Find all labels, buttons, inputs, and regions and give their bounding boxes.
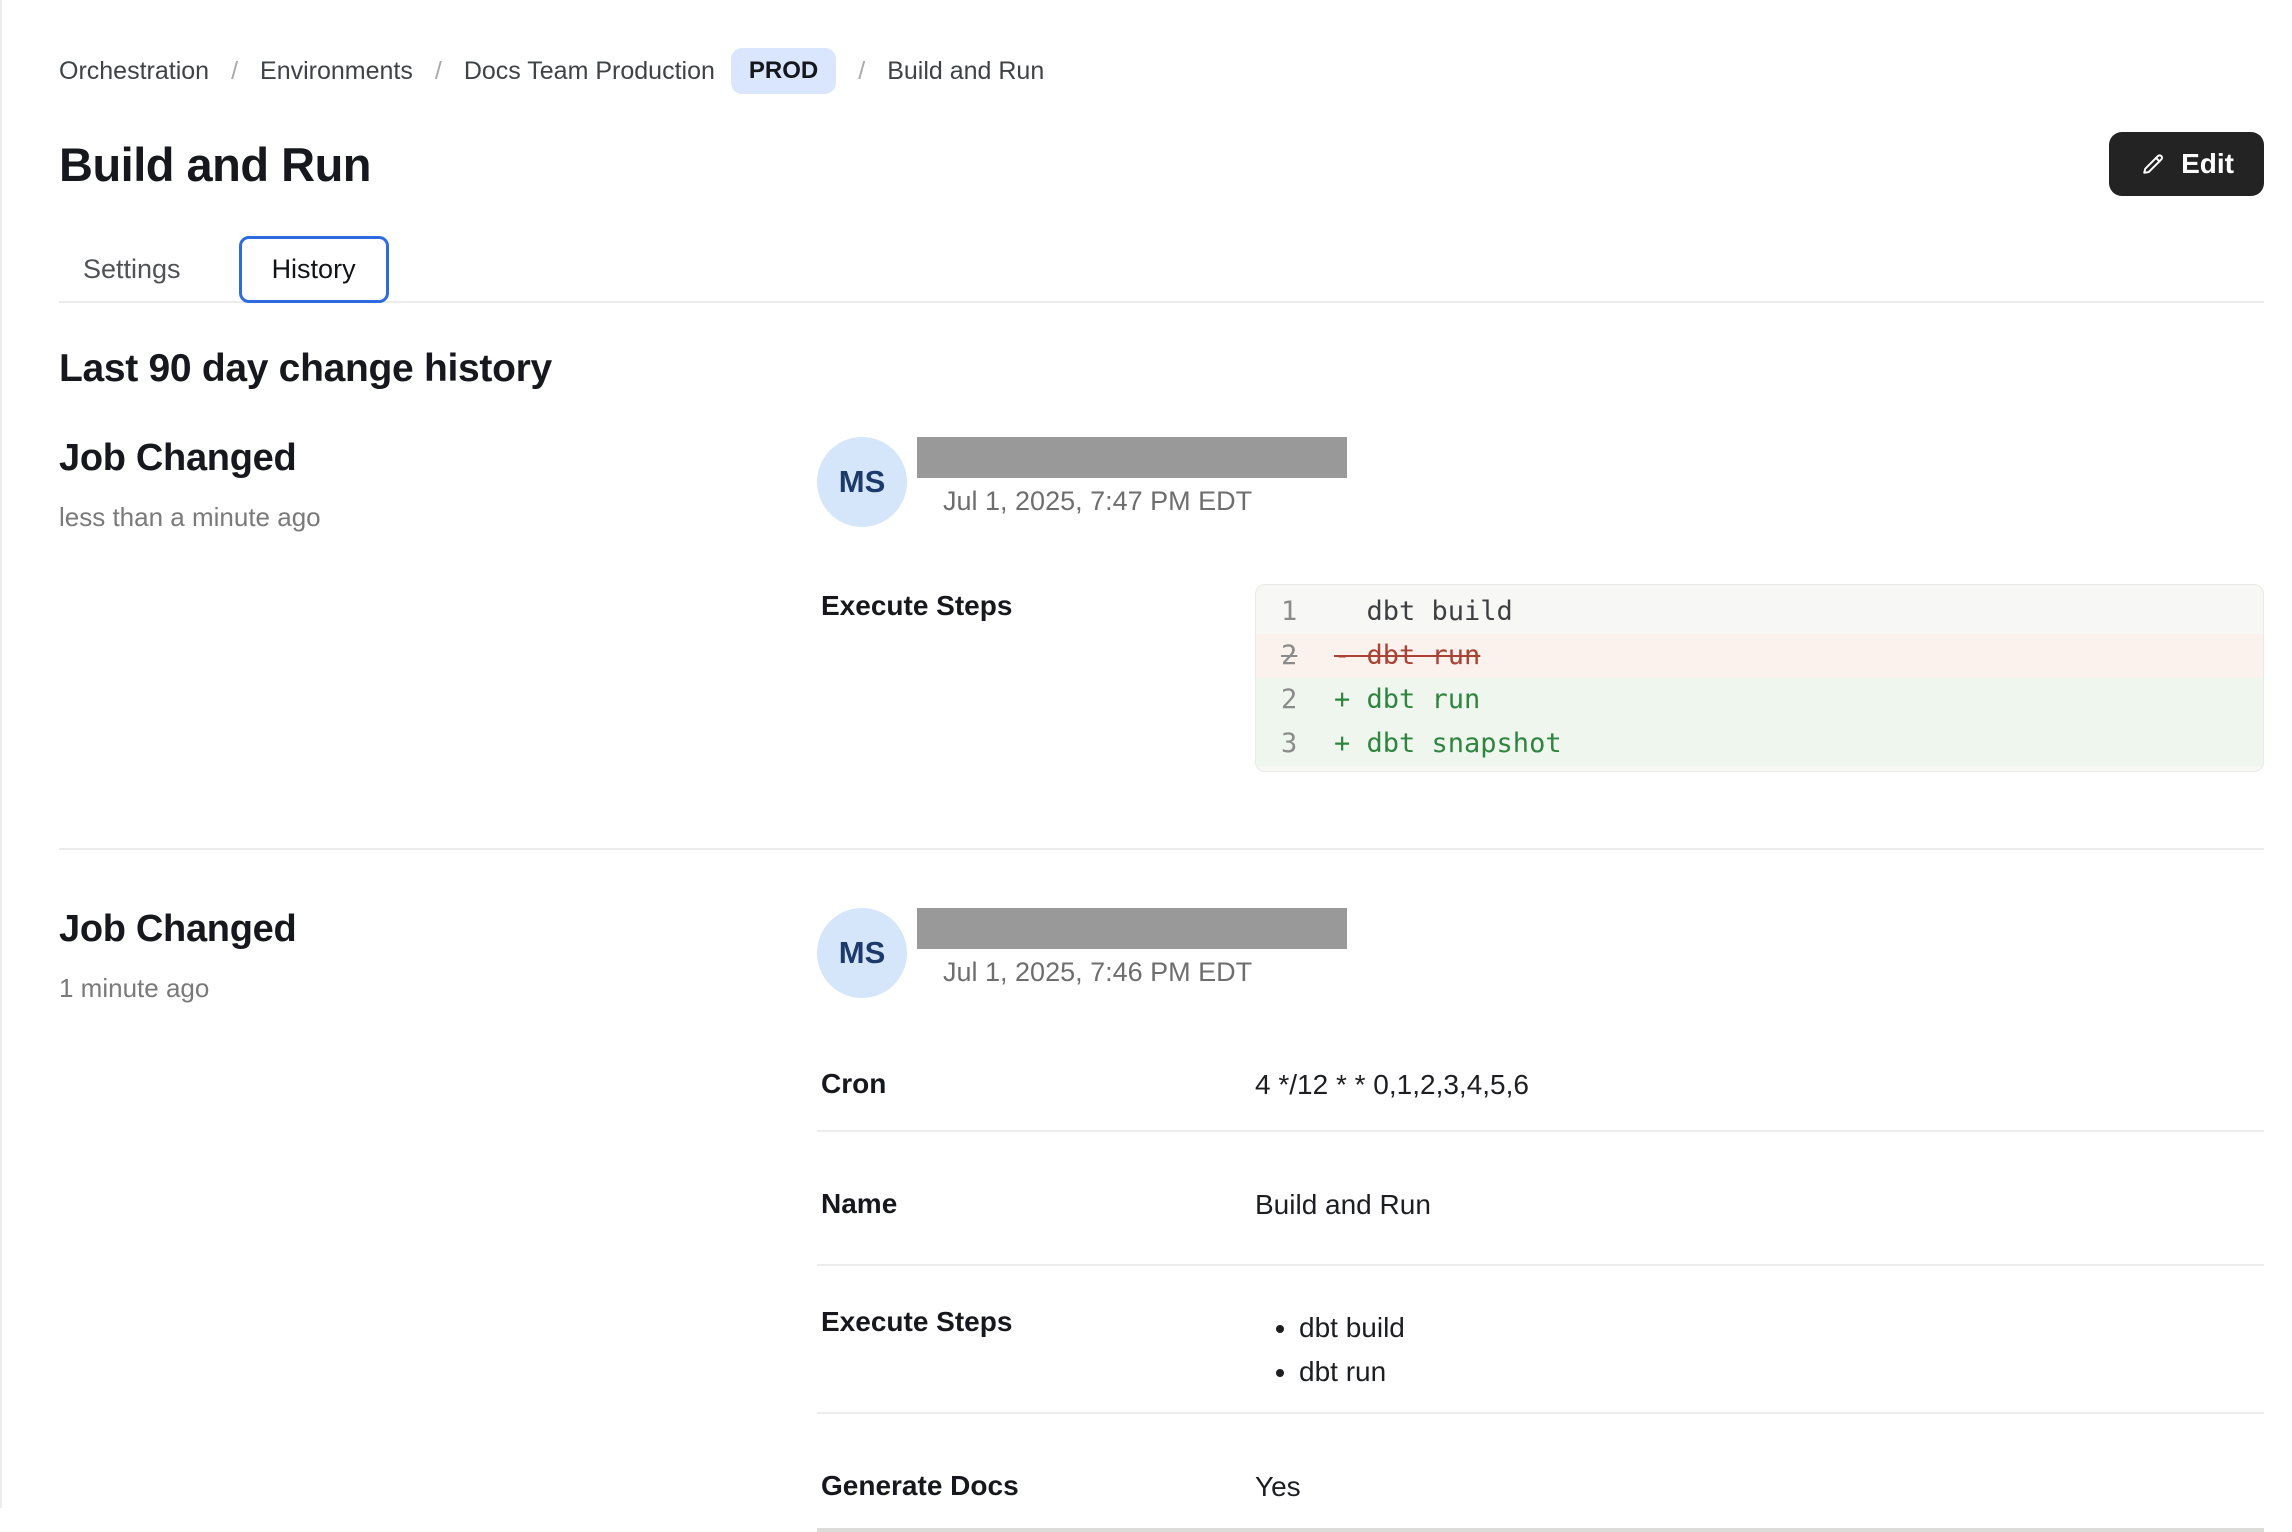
detail-value-generate-docs: Yes bbox=[1255, 1470, 2264, 1504]
entry-timestamp: Jul 1, 2025, 7:46 PM EDT bbox=[943, 957, 1347, 988]
history-entry: Job Changed less than a minute ago MS Ju… bbox=[59, 437, 2264, 772]
edit-button-label: Edit bbox=[2181, 148, 2234, 180]
pencil-icon bbox=[2139, 150, 2167, 178]
tab-history[interactable]: History bbox=[239, 236, 389, 303]
entry-author-row: MS Jul 1, 2025, 7:46 PM EDT bbox=[817, 908, 2264, 998]
breadcrumb: Orchestration / Environments / Docs Team… bbox=[59, 0, 2264, 94]
breadcrumb-item-orchestration[interactable]: Orchestration bbox=[59, 57, 209, 86]
avatar: MS bbox=[817, 437, 907, 527]
redacted-username-bar bbox=[917, 437, 1347, 478]
detail-label: Cron bbox=[817, 1068, 1255, 1102]
breadcrumb-separator: / bbox=[435, 57, 442, 86]
entry-event-title: Job Changed bbox=[59, 437, 817, 480]
author-meta: Jul 1, 2025, 7:47 PM EDT bbox=[917, 437, 1347, 517]
entry-summary: Job Changed 1 minute ago bbox=[59, 908, 817, 1532]
detail-row-name: Name Build and Run bbox=[817, 1130, 2264, 1264]
entry-relative-time: 1 minute ago bbox=[59, 973, 817, 1004]
entry-summary: Job Changed less than a minute ago bbox=[59, 437, 817, 772]
breadcrumb-item-current-job: Build and Run bbox=[887, 57, 1044, 86]
detail-value-execute-steps: dbt build dbt run bbox=[1255, 1306, 2264, 1394]
execute-step-item: dbt build bbox=[1299, 1306, 2264, 1350]
execute-step-item: dbt run bbox=[1299, 1350, 2264, 1394]
detail-label: Execute Steps bbox=[817, 1306, 1255, 1394]
author-meta: Jul 1, 2025, 7:46 PM EDT bbox=[917, 908, 1347, 988]
prod-environment-badge: PROD bbox=[731, 48, 836, 94]
diff-line-number: 3 bbox=[1281, 722, 1334, 766]
entry-divider bbox=[59, 848, 2264, 850]
breadcrumb-separator: / bbox=[858, 57, 865, 86]
edit-button[interactable]: Edit bbox=[2109, 132, 2264, 196]
entry-relative-time: less than a minute ago bbox=[59, 502, 817, 533]
history-entry: Job Changed 1 minute ago MS Jul 1, 2025,… bbox=[59, 908, 2264, 1532]
diff-line-code: + dbt snapshot bbox=[1334, 722, 1562, 766]
execute-steps-diff-block: 1 dbt build 2- dbt run 2+ dbt run 3+ dbt… bbox=[1255, 584, 2264, 772]
detail-row-generate-docs: Generate Docs Yes bbox=[817, 1412, 2264, 1532]
entry-event-title: Job Changed bbox=[59, 908, 817, 951]
diff-line-number: 2 bbox=[1281, 634, 1334, 678]
page-header: Build and Run Edit bbox=[59, 132, 2264, 196]
detail-value-cron: 4 */12 * * 0,1,2,3,4,5,6 bbox=[1255, 1068, 2264, 1102]
execute-steps-list: dbt build dbt run bbox=[1255, 1306, 2264, 1394]
change-label: Execute Steps bbox=[817, 584, 1255, 772]
entry-details: MS Jul 1, 2025, 7:47 PM EDT Execute Step… bbox=[817, 437, 2264, 772]
detail-label: Name bbox=[817, 1188, 1255, 1222]
diff-line-removed: 2- dbt run bbox=[1256, 634, 2263, 678]
diff-line-number: 2 bbox=[1281, 678, 1334, 722]
entry-timestamp: Jul 1, 2025, 7:47 PM EDT bbox=[943, 486, 1347, 517]
breadcrumb-item-environment-name[interactable]: Docs Team Production bbox=[464, 57, 715, 86]
tab-bar: Settings History bbox=[59, 236, 2264, 303]
diff-line-code: - dbt run bbox=[1334, 634, 1480, 678]
detail-label: Generate Docs bbox=[817, 1470, 1255, 1504]
change-detail-table: Cron 4 */12 * * 0,1,2,3,4,5,6 Name Build… bbox=[817, 1032, 2264, 1532]
redacted-username-bar bbox=[917, 908, 1347, 949]
page-title: Build and Run bbox=[59, 137, 371, 192]
diff-line-added: 2+ dbt run bbox=[1256, 678, 2263, 722]
breadcrumb-item-environments[interactable]: Environments bbox=[260, 57, 413, 86]
tab-settings[interactable]: Settings bbox=[55, 238, 209, 301]
detail-value-name: Build and Run bbox=[1255, 1188, 2264, 1222]
diff-line-code: dbt build bbox=[1334, 590, 1513, 634]
detail-row-cron: Cron 4 */12 * * 0,1,2,3,4,5,6 bbox=[817, 1032, 2264, 1130]
avatar: MS bbox=[817, 908, 907, 998]
detail-row-execute-steps: Execute Steps dbt build dbt run bbox=[817, 1264, 2264, 1412]
diff-line-added: 3+ dbt snapshot bbox=[1256, 722, 2263, 766]
entry-author-row: MS Jul 1, 2025, 7:47 PM EDT bbox=[817, 437, 2264, 527]
page: Orchestration / Environments / Docs Team… bbox=[2, 0, 2292, 1508]
entry-details: MS Jul 1, 2025, 7:46 PM EDT Cron 4 */12 … bbox=[817, 908, 2264, 1532]
breadcrumb-separator: / bbox=[231, 57, 238, 86]
change-history-heading: Last 90 day change history bbox=[59, 347, 2264, 391]
change-row-execute-steps: Execute Steps 1 dbt build 2- dbt run 2+ … bbox=[817, 584, 2264, 772]
diff-line-unchanged: 1 dbt build bbox=[1256, 590, 2263, 634]
diff-line-number: 1 bbox=[1281, 590, 1334, 634]
diff-line-code: + dbt run bbox=[1334, 678, 1480, 722]
